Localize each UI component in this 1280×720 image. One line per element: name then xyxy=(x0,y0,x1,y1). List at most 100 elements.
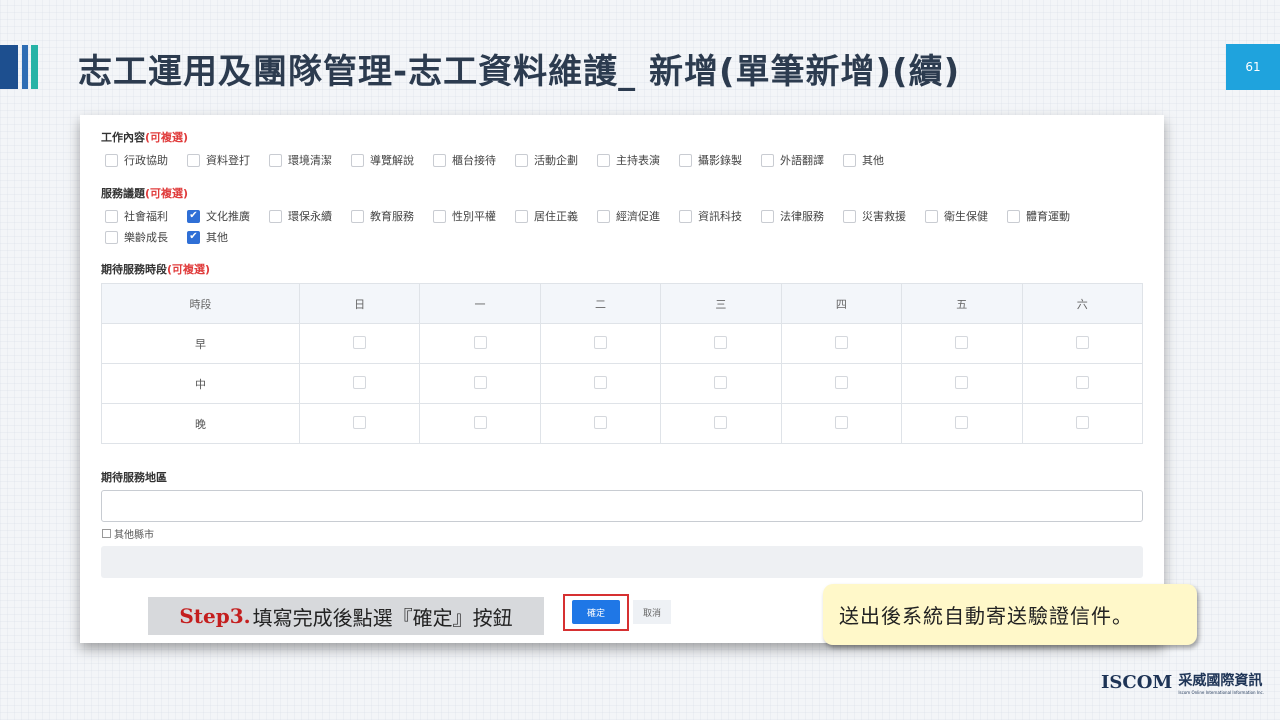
checkbox[interactable] xyxy=(433,153,446,167)
period-checkbox[interactable] xyxy=(353,375,367,389)
period-cell xyxy=(419,363,541,404)
period-checkbox[interactable] xyxy=(714,375,728,389)
checkbox-option[interactable]: 衛生保健 xyxy=(925,208,1007,224)
checkbox[interactable] xyxy=(105,209,118,223)
checkbox-option[interactable]: 環保永續 xyxy=(269,208,351,224)
checkbox-label: 樂齡成長 xyxy=(124,231,168,244)
checkbox-option[interactable]: 災害救援 xyxy=(843,208,925,224)
checkbox[interactable] xyxy=(597,153,610,167)
checkbox-option[interactable]: 櫃台接待 xyxy=(433,152,515,168)
checkbox[interactable] xyxy=(843,209,856,223)
period-cell xyxy=(780,323,903,364)
cancel-button[interactable]: 取消 xyxy=(633,600,671,624)
checkbox-option[interactable]: 體育運動 xyxy=(1007,208,1089,224)
checkbox-option[interactable]: 居住正義 xyxy=(515,208,597,224)
period-checkbox[interactable] xyxy=(1075,335,1089,349)
checkbox[interactable] xyxy=(679,153,692,167)
period-checkbox[interactable] xyxy=(593,375,607,389)
checkbox[interactable] xyxy=(351,153,364,167)
checkbox[interactable] xyxy=(597,209,610,223)
other-county-checkbox[interactable] xyxy=(102,529,111,538)
checkbox[interactable] xyxy=(269,209,282,223)
period-cell xyxy=(1021,363,1143,404)
checkbox-checked[interactable]: ✔ xyxy=(187,230,200,244)
period-checkbox[interactable] xyxy=(955,375,969,389)
column-header-day: 一 xyxy=(419,283,541,324)
checkbox-option[interactable]: 外語翻譯 xyxy=(761,152,843,168)
slide-title: 志工運用及團隊管理-志工資料維護_ 新增(單筆新增)(續) xyxy=(78,52,961,92)
checkbox-option[interactable]: 主持表演 xyxy=(597,152,679,168)
checkbox[interactable] xyxy=(433,209,446,223)
period-checkbox[interactable] xyxy=(593,415,607,429)
checkbox-option[interactable]: 導覽解說 xyxy=(351,152,433,168)
checkbox[interactable] xyxy=(1007,209,1020,223)
period-row-label: 晚 xyxy=(101,403,300,444)
checkbox-label: 環保永續 xyxy=(288,210,332,223)
checkbox-option[interactable]: 活動企劃 xyxy=(515,152,597,168)
logo-mark: ISCOM xyxy=(1101,672,1173,693)
checkbox[interactable] xyxy=(351,209,364,223)
checkbox[interactable] xyxy=(515,153,528,167)
other-county-input[interactable] xyxy=(101,546,1143,578)
period-checkbox[interactable] xyxy=(1075,415,1089,429)
period-checkbox[interactable] xyxy=(834,335,848,349)
period-cell xyxy=(298,323,421,364)
checkbox-label: 資訊科技 xyxy=(698,210,742,223)
checkbox-option[interactable]: 資訊科技 xyxy=(679,208,761,224)
service-area-input[interactable] xyxy=(101,490,1143,522)
period-checkbox[interactable] xyxy=(955,335,969,349)
checkbox-label: 導覽解說 xyxy=(370,154,414,167)
checkbox-label: 其他 xyxy=(206,231,228,244)
period-checkbox[interactable] xyxy=(955,415,969,429)
checkbox-option[interactable]: 社會福利 xyxy=(105,208,187,224)
service-period-table: 時段日一二三四五六 早中晚 xyxy=(101,283,1143,444)
period-checkbox[interactable] xyxy=(834,415,848,429)
service-topics-options-row1: 社會福利 ✔ 文化推廣 環保永續 教育服務 性別平權 居住正義 經濟促進 資訊科技 法律服務 災害救… xyxy=(105,208,1089,224)
checkbox-option[interactable]: 樂齡成長 xyxy=(105,229,187,245)
period-checkbox[interactable] xyxy=(593,335,607,349)
period-checkbox[interactable] xyxy=(473,375,487,389)
checkbox[interactable] xyxy=(105,230,118,244)
confirm-button[interactable]: 確定 xyxy=(572,600,620,624)
checkbox-option[interactable]: ✔ 文化推廣 xyxy=(187,208,269,224)
checkbox-option[interactable]: 教育服務 xyxy=(351,208,433,224)
checkbox-label: 經濟促進 xyxy=(616,210,660,223)
period-cell xyxy=(780,403,903,444)
period-checkbox[interactable] xyxy=(1075,375,1089,389)
checkbox-option[interactable]: 法律服務 xyxy=(761,208,843,224)
checkbox[interactable] xyxy=(843,153,856,167)
checkbox[interactable] xyxy=(679,209,692,223)
checkbox-option[interactable]: ✔ 其他 xyxy=(187,229,269,245)
other-county-label: 其他縣市 xyxy=(114,530,154,541)
checkbox-option[interactable]: 經濟促進 xyxy=(597,208,679,224)
checkbox-checked[interactable]: ✔ xyxy=(187,209,200,223)
checkbox-label: 行政協助 xyxy=(124,154,168,167)
decor-bar-3 xyxy=(31,45,38,89)
period-checkbox[interactable] xyxy=(473,335,487,349)
checkbox[interactable] xyxy=(187,153,200,167)
checkbox-option[interactable]: 行政協助 xyxy=(105,152,187,168)
checkbox[interactable] xyxy=(515,209,528,223)
checkbox-option[interactable]: 性別平權 xyxy=(433,208,515,224)
checkbox[interactable] xyxy=(925,209,938,223)
checkbox[interactable] xyxy=(105,153,118,167)
checkbox-label: 衛生保健 xyxy=(944,210,988,223)
period-checkbox[interactable] xyxy=(473,415,487,429)
other-county-option[interactable]: 其他縣市 xyxy=(102,526,154,541)
period-checkbox[interactable] xyxy=(714,335,728,349)
checkbox-option[interactable]: 攝影錄製 xyxy=(679,152,761,168)
column-header-day: 六 xyxy=(1021,283,1143,324)
checkbox[interactable] xyxy=(761,153,774,167)
checkbox-option[interactable]: 資料登打 xyxy=(187,152,269,168)
period-checkbox[interactable] xyxy=(834,375,848,389)
form-panel: 工作內容(可複選) 行政協助 資料登打 環境清潔 導覽解說 櫃台接待 活動企劃 主持表演 攝影… xyxy=(80,115,1164,643)
column-header-day: 日 xyxy=(298,283,421,324)
period-checkbox[interactable] xyxy=(353,335,367,349)
period-checkbox[interactable] xyxy=(714,415,728,429)
checkbox-option[interactable]: 其他 xyxy=(843,152,925,168)
table-row: 晚 xyxy=(101,403,1143,444)
checkbox[interactable] xyxy=(761,209,774,223)
checkbox-option[interactable]: 環境清潔 xyxy=(269,152,351,168)
period-checkbox[interactable] xyxy=(353,415,367,429)
checkbox[interactable] xyxy=(269,153,282,167)
